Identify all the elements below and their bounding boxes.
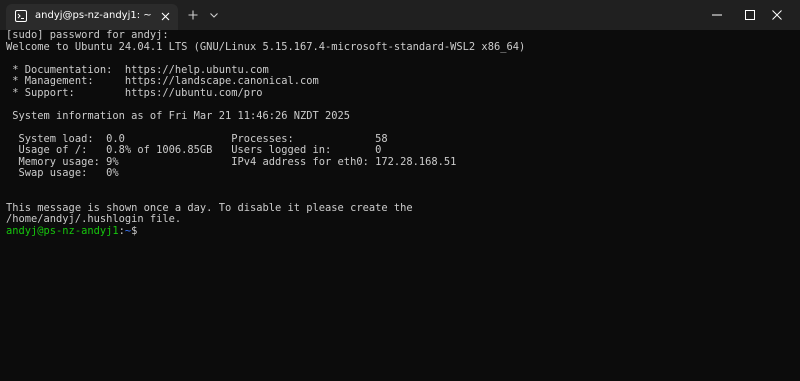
- terminal-line: * Support: https://ubuntu.com/pro: [6, 87, 263, 99]
- tab-active[interactable]: andyj@ps-nz-andyj1: ~: [6, 4, 178, 30]
- title-bar[interactable]: andyj@ps-nz-andyj1: ~: [0, 0, 800, 30]
- prompt-line[interactable]: andyj@ps-nz-andyj1:~$: [6, 226, 796, 238]
- chevron-down-icon[interactable]: [208, 9, 220, 21]
- minimize-icon: [712, 14, 722, 16]
- terminal-output: [sudo] password for andyj: Welcome to Ub…: [6, 30, 796, 237]
- terminal-pane[interactable]: [sudo] password for andyj: Welcome to Ub…: [0, 30, 800, 381]
- terminal-line: * Management: https://landscape.canonica…: [6, 76, 319, 87]
- terminal-line: * Documentation: https://help.ubuntu.com: [6, 64, 269, 76]
- text-cursor: [137, 226, 143, 237]
- terminal-line: /home/andyj/.hushlogin file.: [6, 214, 182, 225]
- terminal-line: [sudo] password for andyj:: [6, 30, 169, 41]
- close-icon[interactable]: [160, 11, 171, 22]
- prompt-user-host: andyj@ps-nz-andyj1: [6, 225, 119, 237]
- close-icon: [772, 10, 782, 20]
- terminal-line: System information as of Fri Mar 21 11:4…: [6, 110, 351, 122]
- terminal-line: System load: 0.0 Processes: 58: [6, 133, 388, 145]
- plus-icon[interactable]: [186, 8, 200, 22]
- tab-title: andyj@ps-nz-andyj1: ~: [35, 10, 152, 21]
- close-button[interactable]: [754, 0, 800, 30]
- terminal-line: Usage of /: 0.8% of 1006.85GB Users logg…: [6, 145, 382, 156]
- terminal-line: Welcome to Ubuntu 24.04.1 LTS (GNU/Linux…: [6, 41, 526, 53]
- terminal-line: Memory usage: 9% IPv4 address for eth0: …: [6, 156, 457, 168]
- terminal-line: Swap usage: 0%: [6, 168, 119, 179]
- terminal-icon: [15, 10, 27, 22]
- terminal-line: This message is shown once a day. To dis…: [6, 202, 413, 214]
- terminal-window: andyj@ps-nz-andyj1: ~ [sudo] password fo…: [0, 0, 800, 381]
